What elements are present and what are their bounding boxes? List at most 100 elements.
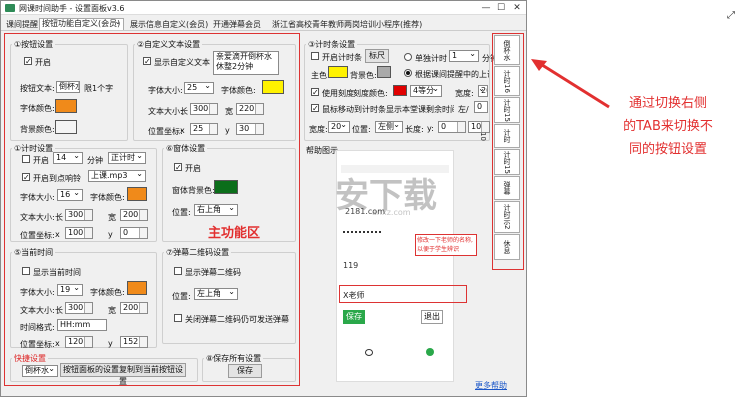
ctime-font-color-label: 字体颜色: — [90, 288, 125, 297]
timer-h-input[interactable]: 200 — [120, 209, 148, 221]
ruler-button[interactable]: 标尺 — [365, 49, 389, 63]
ctime-y-label: y — [108, 339, 113, 348]
window-title-label: ⑥窗体设置 — [164, 143, 208, 154]
ctime-fmt-input[interactable]: HH:mm — [57, 319, 107, 331]
vtab-2[interactable]: 计时15 — [494, 97, 520, 123]
follow-class-radio[interactable] — [404, 69, 412, 77]
timer-mode-select[interactable]: 正计时 — [108, 152, 146, 164]
danmu-qr-label: 显示弹幕二维码 — [185, 268, 241, 277]
tb-bg-swatch[interactable] — [377, 66, 391, 78]
tb-left-input[interactable]: 0 — [474, 101, 488, 113]
vtab-4[interactable]: 计时15 — [494, 149, 520, 175]
button-text-input[interactable]: 倒杯水 — [56, 81, 80, 93]
single-timer-select[interactable]: 1 — [449, 50, 479, 62]
vtab-0[interactable]: 倒杯水 — [494, 35, 520, 65]
timer-bar-checkbox[interactable] — [311, 52, 319, 60]
danmu-close-label: 关闭弹幕二维码仍可发送弹幕 — [185, 315, 289, 324]
ctime-h-input[interactable]: 200 — [120, 302, 148, 314]
tab-class-reminder[interactable]: 课间提醒 — [3, 18, 41, 31]
tb-main-swatch[interactable] — [328, 66, 348, 78]
ctime-fmt-label: 时间格式: — [20, 323, 55, 332]
single-timer-radio[interactable] — [404, 53, 412, 61]
vtab-1[interactable]: 计时16 — [494, 66, 520, 96]
tab-danmu-member[interactable]: 开通弹幕会员 — [210, 18, 264, 31]
ct-font-size-label: 字体大小: — [148, 86, 183, 95]
tb-y-input[interactable]: 0 — [438, 121, 466, 133]
vtab-3[interactable]: 计时10 — [479, 124, 520, 148]
current-time-title: ⑤当前时间 — [12, 247, 56, 258]
ct-font-color-swatch[interactable] — [262, 80, 284, 94]
quick-button-select[interactable]: 倒杯水 — [22, 365, 58, 377]
scale-checkbox[interactable] — [311, 88, 319, 96]
timer-font-color-swatch[interactable] — [127, 187, 147, 201]
tb-y-label: y: — [427, 124, 434, 133]
bell-label: 开启到点响铃 — [33, 174, 81, 183]
ctime-y-input[interactable]: 152 — [120, 336, 148, 348]
window-bg-swatch[interactable] — [214, 180, 238, 194]
save-button[interactable]: 保存 — [228, 364, 262, 378]
danmu-qr-pos-select[interactable]: 左上角 — [194, 288, 238, 300]
ctime-x-input[interactable]: 120 — [65, 336, 93, 348]
window-title: 网课时间助手 - 设置面板v3.6 — [19, 4, 125, 13]
danmu-qr-checkbox[interactable] — [174, 267, 182, 275]
scale-label: 使用刻度 — [322, 89, 354, 98]
menu-tabs: 课间提醒 按钮功能自定义(会员) 展示信息自定义(会员) 开通弹幕会员 浙江省高… — [1, 16, 526, 31]
more-help-link[interactable]: 更多帮助 — [475, 380, 507, 391]
follow-class-label: 根据课间提醒中的上课时间 — [415, 70, 489, 79]
ct-h-input[interactable]: 220 — [236, 103, 264, 115]
custom-text-checkbox[interactable] — [143, 57, 151, 65]
gear-icon — [426, 348, 434, 356]
ct-font-color-label: 字体颜色: — [221, 86, 256, 95]
maximize-button[interactable]: ☐ — [494, 2, 508, 14]
vtab-6[interactable]: 计时示2 — [494, 201, 520, 233]
timer-enable-label: 开启 — [33, 156, 49, 165]
tab-display-custom[interactable]: 展示信息自定义(会员) — [127, 18, 211, 31]
tb-width-select[interactable]: 20 — [478, 85, 488, 97]
minimize-button[interactable]: — — [479, 2, 493, 14]
ctime-w-input[interactable]: 300 — [65, 302, 93, 314]
vtab-7[interactable]: 休息 — [494, 234, 520, 260]
vtab-5[interactable]: 弹幕 — [494, 176, 520, 200]
tb-bw-label: 宽度: — [309, 125, 328, 134]
timer-y-label: y — [108, 230, 113, 239]
ctime-font-size-select[interactable]: 19 — [57, 284, 83, 296]
timer-y-input[interactable]: 0 — [120, 227, 148, 239]
ct-size-label: 文本大小: — [148, 107, 183, 116]
custom-text-content[interactable]: 亲爱滴开倒杯水 休整2分钟 — [213, 51, 279, 75]
window-enable-checkbox[interactable] — [174, 163, 182, 171]
window-bg-label: 窗体背景色: — [172, 186, 215, 195]
timer-bar-label: 开启计时条 — [322, 53, 362, 62]
timer-x-input[interactable]: 100 — [65, 227, 93, 239]
timer-font-size-label: 字体大小: — [20, 193, 55, 202]
button-font-color-swatch[interactable] — [55, 99, 77, 113]
tb-pos-select[interactable]: 左侧 — [375, 121, 403, 133]
timer-minutes-select[interactable]: 14 — [53, 152, 83, 164]
close-button[interactable]: ✕ — [510, 2, 524, 14]
ct-x-input[interactable]: 25 — [190, 123, 218, 135]
ctime-font-color-swatch[interactable] — [127, 281, 147, 295]
timer-title: ①计时设置 — [12, 143, 56, 154]
bell-select[interactable]: 上课.mp3 — [88, 170, 146, 182]
copy-settings-button[interactable]: 按钮面板的设置复制到当前按钮设置 — [60, 363, 186, 386]
current-time-checkbox[interactable] — [22, 267, 30, 275]
window-pos-select[interactable]: 右上角 — [194, 204, 238, 216]
mouse-remaining-checkbox[interactable] — [311, 104, 319, 112]
timer-font-size-select[interactable]: 16 — [57, 189, 83, 201]
ctime-x-label: x — [55, 339, 60, 348]
ct-y-input[interactable]: 30 — [236, 123, 264, 135]
scale-color-swatch[interactable] — [393, 85, 407, 96]
ct-w-input[interactable]: 300 — [190, 103, 218, 115]
button-bg-color-swatch[interactable] — [55, 120, 77, 134]
button-enable-checkbox[interactable] — [24, 57, 32, 65]
scale-equal-select[interactable]: 4等分 — [410, 85, 442, 97]
bell-checkbox[interactable] — [22, 173, 30, 181]
tb-bw-select[interactable]: 20 — [328, 121, 350, 133]
phone-code: 119 — [343, 261, 359, 270]
timer-enable-checkbox[interactable] — [22, 155, 30, 163]
ct-font-size-select[interactable]: 25 — [184, 82, 214, 94]
timer-w-input[interactable]: 300 — [65, 209, 93, 221]
danmu-close-checkbox[interactable] — [174, 314, 182, 322]
chat-icon — [365, 349, 373, 356]
tab-miniprogram[interactable]: 浙江省高校青年教师两岗培训小程序(推荐) — [269, 18, 425, 31]
tab-button-custom[interactable]: 按钮功能自定义(会员) — [39, 18, 125, 30]
